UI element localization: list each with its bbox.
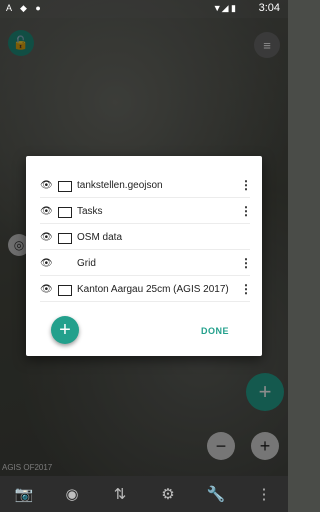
layer-row-osm-data[interactable]: 👁 OSM data: [40, 225, 250, 250]
eye-icon[interactable]: 👁: [40, 258, 56, 269]
settings-icon[interactable]: ⚙: [153, 485, 183, 503]
zoom-extent-placeholder: [58, 259, 72, 268]
camera-icon[interactable]: 📷: [9, 485, 39, 503]
gps-icon[interactable]: ◉: [57, 485, 87, 503]
layer-row-tankstellen[interactable]: 👁 tankstellen.geojson ⋮: [40, 173, 252, 198]
more-vert-icon[interactable]: ⋮: [240, 282, 252, 296]
done-button[interactable]: DONE: [201, 326, 229, 336]
status-icons: A ◆ ●: [6, 3, 44, 13]
eye-icon[interactable]: 👁: [40, 206, 56, 217]
layer-label: Kanton Aargau 25cm (AGIS 2017): [77, 283, 229, 295]
zoom-extent-icon[interactable]: [58, 232, 72, 244]
more-vert-icon[interactable]: ⋮: [240, 256, 252, 270]
transfer-icon[interactable]: ⇅: [105, 485, 135, 503]
layer-row-grid[interactable]: 👁 Grid ⋮: [40, 251, 252, 276]
signal-icons: ▼◢ ▮: [212, 3, 236, 13]
layer-label: Grid: [77, 257, 96, 269]
layer-row-tasks[interactable]: 👁 Tasks ⋮: [40, 199, 252, 224]
eye-icon[interactable]: 👁: [40, 180, 56, 191]
more-vert-icon[interactable]: ⋮: [240, 204, 252, 218]
zoom-extent-icon[interactable]: [58, 206, 72, 218]
zoom-extent-icon[interactable]: [58, 284, 72, 296]
layer-label: tankstellen.geojson: [77, 179, 163, 191]
status-bar: A ◆ ● ▼◢ ▮ 3:04: [0, 0, 288, 18]
more-vert-icon[interactable]: ⋮: [240, 178, 252, 192]
layer-label: Tasks: [77, 205, 103, 217]
zoom-extent-icon[interactable]: [58, 180, 72, 192]
tools-icon[interactable]: 🔧: [201, 485, 231, 503]
layer-row-kanton-aargau[interactable]: 👁 Kanton Aargau 25cm (AGIS 2017) ⋮: [40, 277, 252, 302]
eye-icon[interactable]: 👁: [40, 284, 56, 295]
add-layer-button[interactable]: +: [51, 316, 79, 344]
bottom-toolbar: 📷 ◉ ⇅ ⚙ 🔧 ⋮: [0, 476, 288, 512]
status-time: 3:04: [258, 2, 280, 14]
layer-label: OSM data: [77, 231, 123, 243]
more-icon[interactable]: ⋮: [249, 485, 279, 503]
layers-dialog: 👁 tankstellen.geojson ⋮ 👁 Tasks ⋮ 👁 OSM …: [26, 156, 262, 356]
eye-icon[interactable]: 👁: [40, 232, 56, 243]
